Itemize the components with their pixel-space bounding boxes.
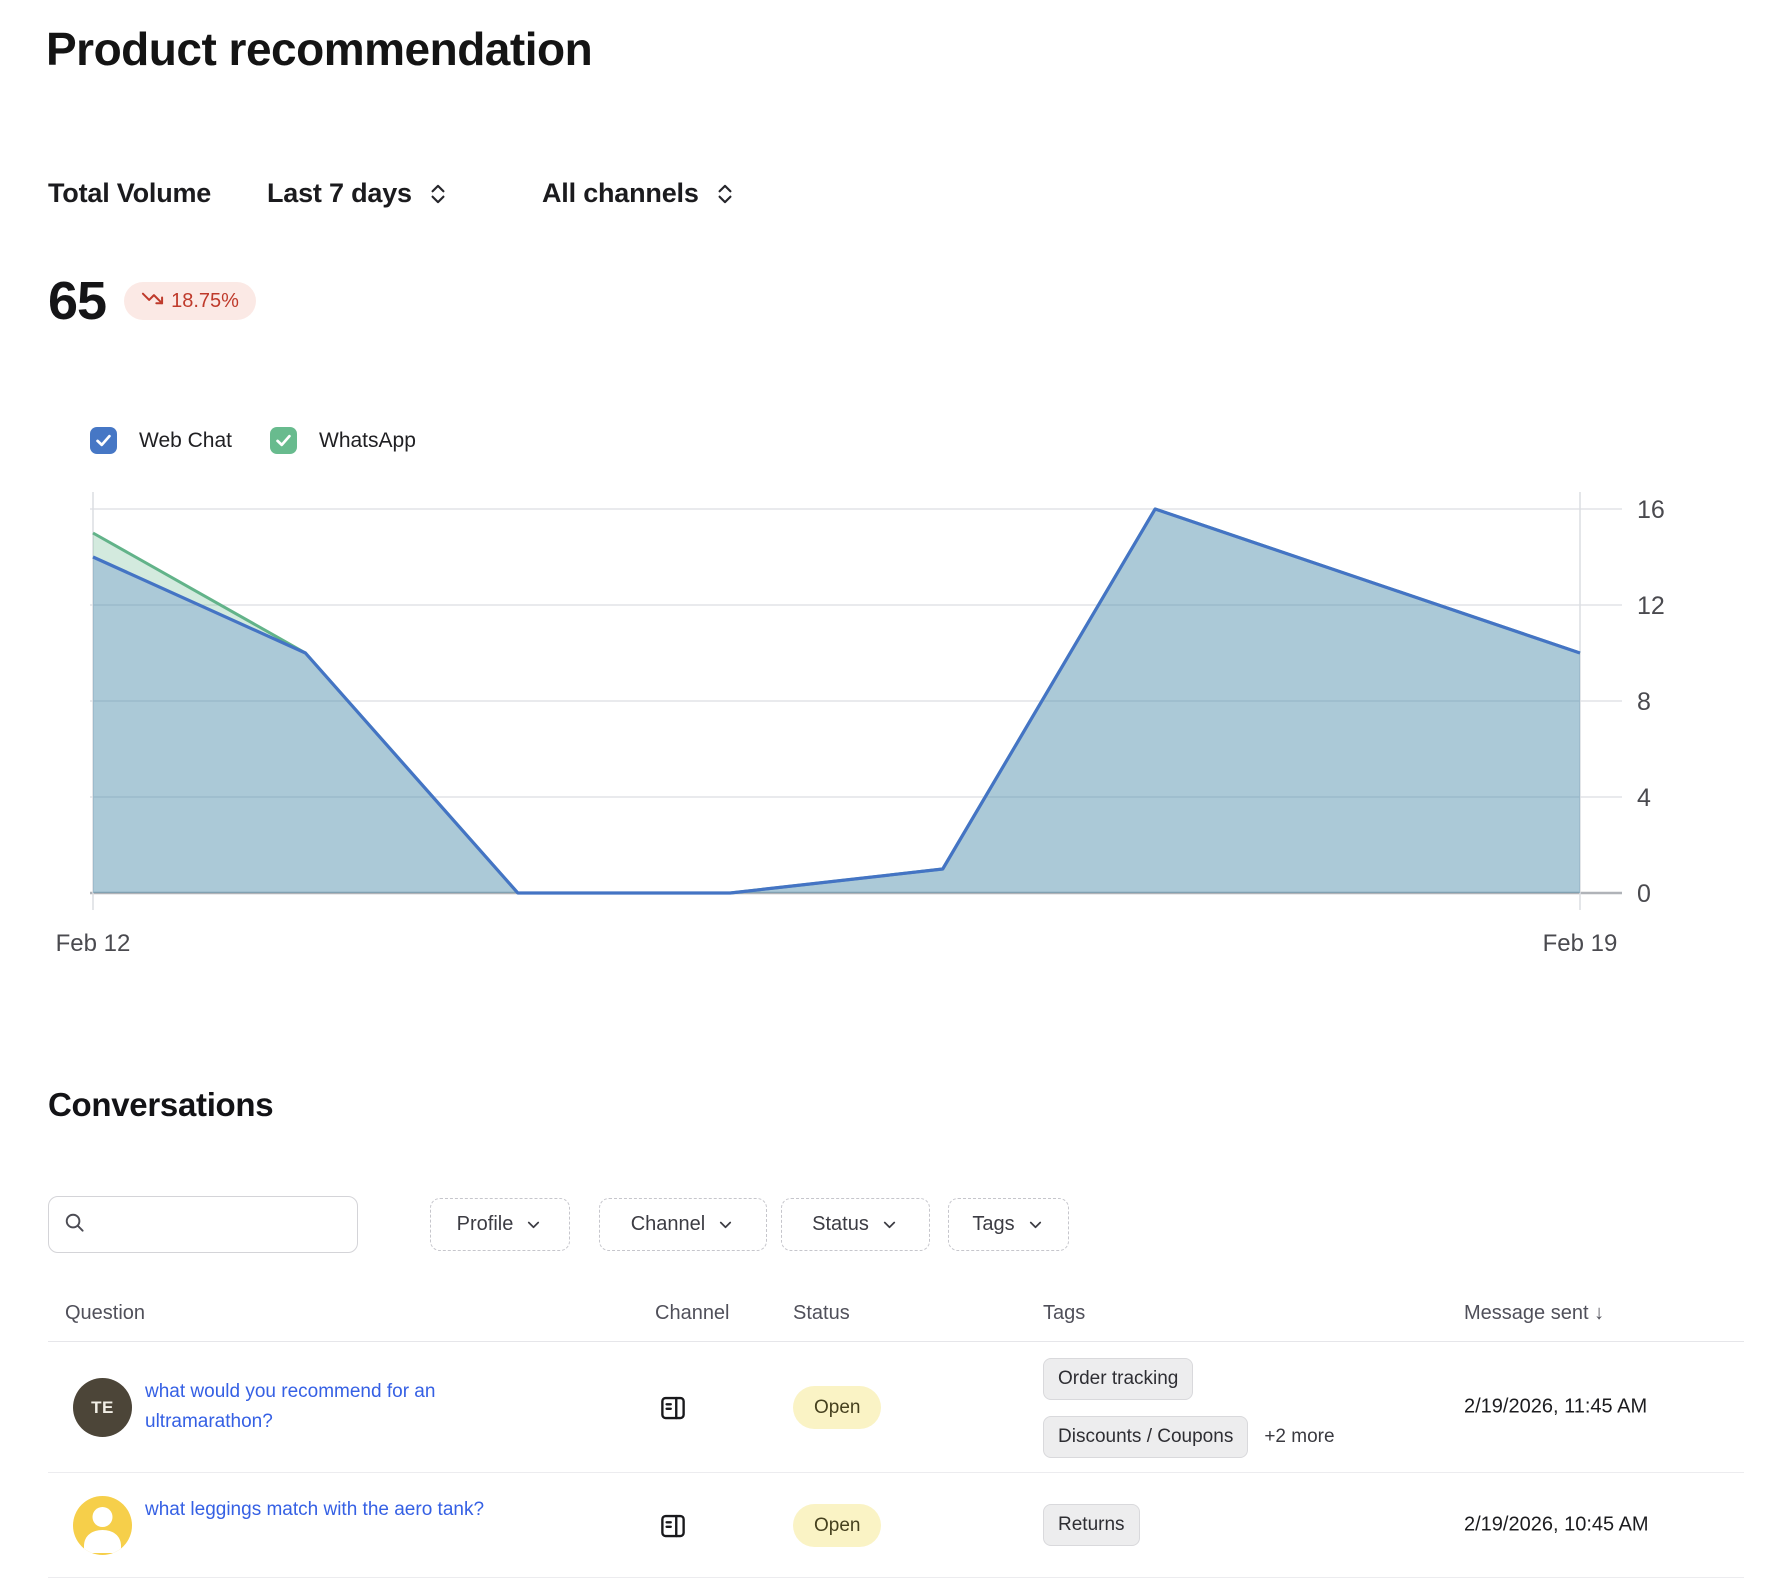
conversations-heading: Conversations — [48, 1086, 273, 1124]
total-volume-stat: 65 18.75% — [48, 270, 256, 332]
chevron-down-icon — [880, 1215, 899, 1234]
col-status: Status — [793, 1302, 850, 1325]
svg-text:16: 16 — [1637, 496, 1665, 524]
svg-text:4: 4 — [1637, 784, 1651, 812]
chevron-down-icon — [1026, 1215, 1045, 1234]
trend-percent: 18.75% — [171, 290, 239, 313]
tag-chip[interactable]: Discounts / Coupons — [1043, 1416, 1248, 1458]
more-tags-label: +2 more — [1264, 1426, 1334, 1448]
table-row[interactable]: what leggings match with the aero tank? … — [48, 1473, 1744, 1578]
stat-value: 65 — [48, 270, 106, 332]
avatar: TE — [73, 1378, 132, 1437]
question-link[interactable]: what would you recommend for an ultramar… — [145, 1377, 490, 1437]
tag-chip[interactable]: Order tracking — [1043, 1358, 1193, 1400]
volume-chart-svg: 0 4 8 12 16 Feb 12 Feb 19 — [0, 480, 1792, 980]
filter-status-button[interactable]: Status — [781, 1198, 930, 1251]
unfold-more-icon — [425, 181, 451, 207]
search-box[interactable] — [48, 1196, 358, 1253]
chevron-down-icon — [524, 1215, 543, 1234]
metric-label-group: Total Volume — [48, 178, 211, 209]
table-row[interactable]: TE what would you recommend for an ultra… — [48, 1342, 1744, 1473]
col-tags: Tags — [1043, 1302, 1085, 1325]
message-sent-timestamp: 2/19/2026, 11:45 AM — [1464, 1396, 1647, 1419]
status-badge: Open — [793, 1386, 881, 1429]
search-input[interactable] — [96, 1213, 361, 1236]
tags-cell: Returns — [1043, 1504, 1140, 1546]
filter-channel-button[interactable]: Channel — [599, 1198, 767, 1251]
tags-cell: Order tracking Discounts / Coupons +2 mo… — [1043, 1358, 1335, 1458]
conversations-table: Question Channel Status Tags Message sen… — [48, 1292, 1744, 1578]
svg-text:12: 12 — [1637, 592, 1665, 620]
trend-badge: 18.75% — [124, 282, 256, 320]
chart-legend: Web Chat WhatsApp — [90, 427, 416, 454]
page-title: Product recommendation — [46, 22, 592, 76]
svg-text:0: 0 — [1637, 880, 1651, 908]
date-range-select[interactable]: Last 7 days — [267, 178, 451, 209]
web-chat-channel-icon — [658, 1511, 688, 1546]
trending-down-icon — [141, 287, 164, 315]
status-badge: Open — [793, 1504, 881, 1547]
volume-chart: 0 4 8 12 16 Feb 12 Feb 19 — [0, 480, 1792, 980]
conversations-filterbar: Profile Channel Status Tags — [48, 1196, 1744, 1253]
svg-text:Feb 12: Feb 12 — [56, 930, 131, 957]
message-sent-timestamp: 2/19/2026, 10:45 AM — [1464, 1514, 1649, 1537]
sort-desc-icon[interactable]: ↓ — [1594, 1302, 1604, 1324]
chevron-down-icon — [716, 1215, 735, 1234]
person-icon — [73, 1496, 132, 1555]
tag-chip[interactable]: Returns — [1043, 1504, 1140, 1546]
filter-tags-button[interactable]: Tags — [948, 1198, 1069, 1251]
svg-text:8: 8 — [1637, 688, 1651, 716]
channel-filter-select[interactable]: All channels — [542, 178, 738, 209]
avatar — [73, 1496, 132, 1555]
unfold-more-icon — [712, 181, 738, 207]
checkbox-checked-icon[interactable] — [270, 427, 297, 454]
legend-item-whatsapp[interactable]: WhatsApp — [270, 427, 416, 454]
filter-profile-button[interactable]: Profile — [430, 1198, 570, 1251]
search-icon — [63, 1211, 86, 1239]
metric-label: Total Volume — [48, 178, 211, 209]
legend-item-web-chat[interactable]: Web Chat — [90, 427, 232, 454]
table-header: Question Channel Status Tags Message sen… — [48, 1292, 1744, 1342]
question-link[interactable]: what leggings match with the aero tank? — [145, 1495, 490, 1525]
page: Product recommendation Total Volume Last… — [0, 0, 1792, 1586]
checkbox-checked-icon[interactable] — [90, 427, 117, 454]
svg-text:Feb 19: Feb 19 — [1543, 930, 1618, 957]
col-channel: Channel — [655, 1302, 730, 1325]
col-message-sent[interactable]: Message sent ↓ — [1464, 1302, 1604, 1325]
web-chat-channel-icon — [658, 1393, 688, 1428]
col-question: Question — [65, 1302, 145, 1325]
